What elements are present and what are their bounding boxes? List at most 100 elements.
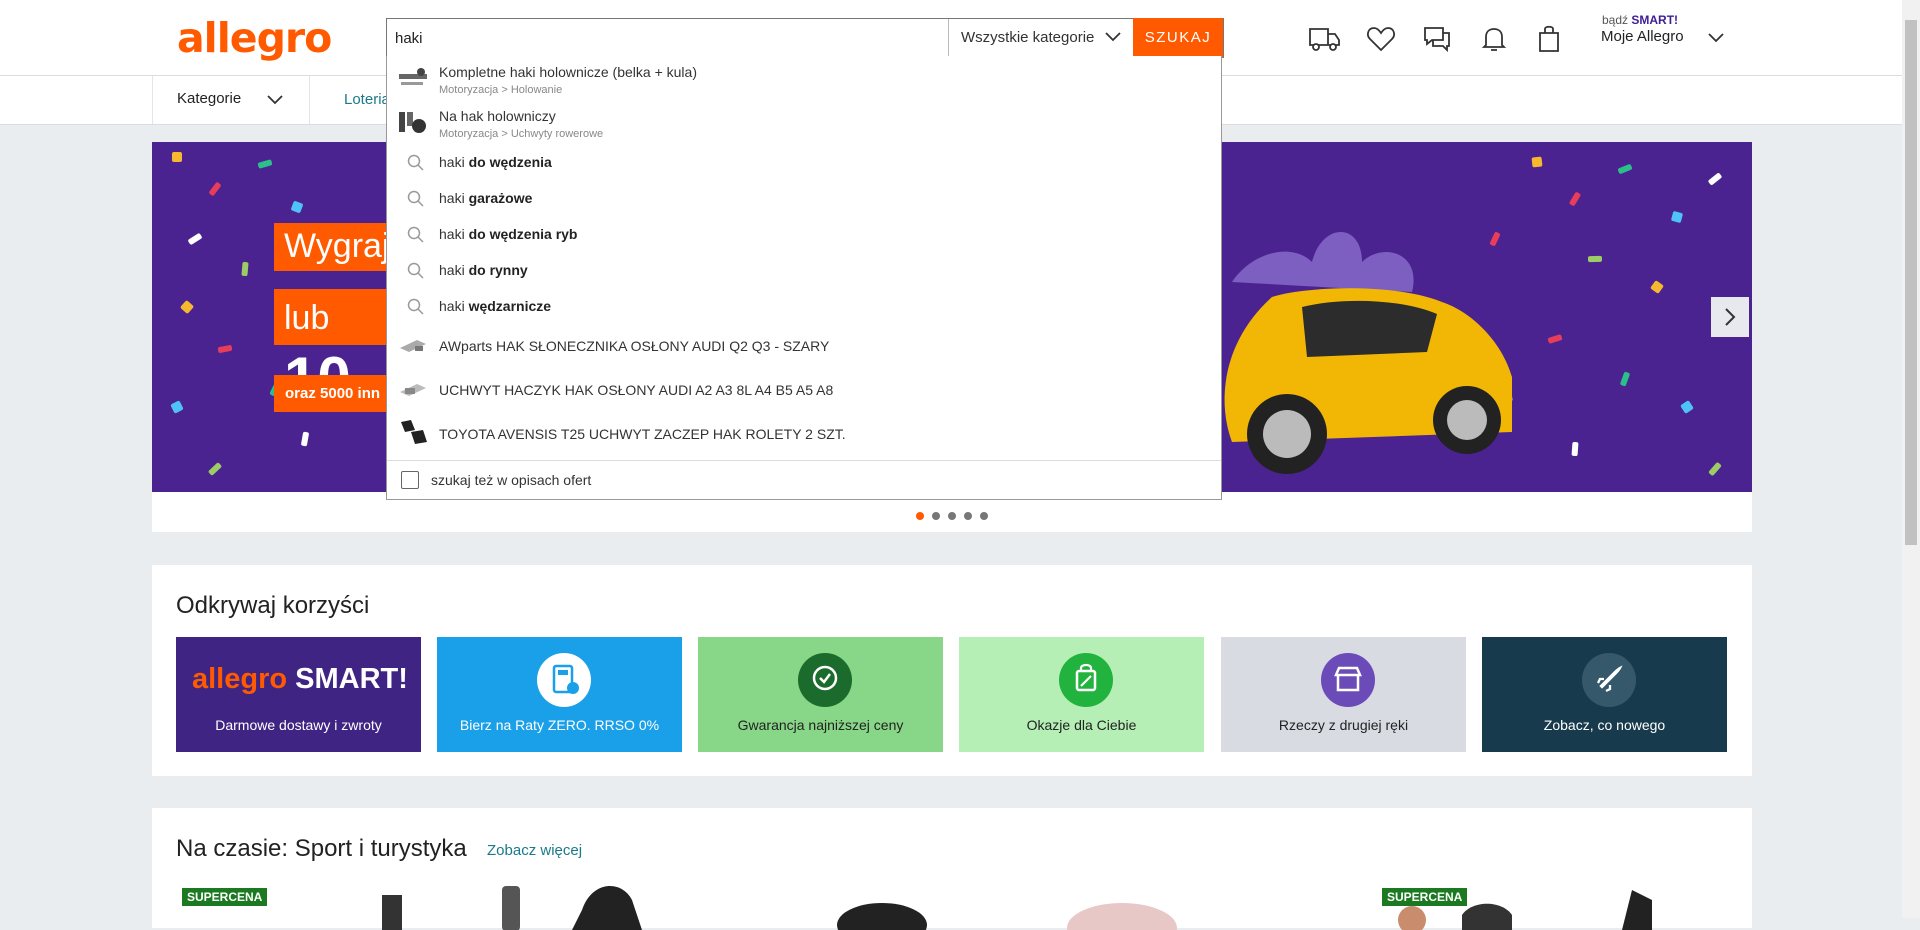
categories-menu[interactable]: Kategorie <box>152 76 310 124</box>
query-completion: do wędzenia ryb <box>468 226 578 242</box>
benefit-tile-smart[interactable]: allegro SMART! Darmowe dostawy i zwroty <box>176 637 421 752</box>
suggestion-title: Kompletne haki holownicze (belka + kula) <box>439 64 697 80</box>
confetti-piece <box>1707 172 1723 186</box>
search-button[interactable]: SZUKAJ <box>1133 18 1223 58</box>
suggestion-title: Na hak holowniczy <box>439 108 556 124</box>
search-suggestions-dropdown: Kompletne haki holownicze (belka + kula)… <box>386 56 1222 500</box>
confetti-piece <box>1568 191 1582 207</box>
promo-text-2-prefix: lub <box>284 299 330 337</box>
suggestion-query[interactable]: haki do wędzenia ryb <box>387 216 1221 252</box>
discount-bag-icon <box>1059 653 1113 707</box>
confetti-piece <box>1619 371 1631 387</box>
delivery-truck-icon[interactable] <box>1306 21 1342 57</box>
confetti-piece <box>1670 210 1684 224</box>
confetti-piece <box>170 400 184 414</box>
confetti-piece <box>1617 163 1633 175</box>
confetti-piece <box>1571 441 1579 457</box>
search-icon <box>407 190 424 207</box>
suggestion-product[interactable]: UCHWYT HACZYK HAK OSŁONY AUDI A2 A3 8L A… <box>387 368 1221 412</box>
search-descriptions-checkbox[interactable] <box>401 471 419 489</box>
tow-hitch-thumbnail <box>399 68 427 85</box>
benefit-tile-label: Bierz na Raty ZERO. RRSO 0% <box>459 717 660 733</box>
messages-icon[interactable] <box>1419 21 1455 57</box>
suggestion-product[interactable]: TOYOTA AVENSIS T25 UCHWYT ZACZEP HAK ROL… <box>387 412 1221 456</box>
benefits-title: Odkrywaj korzyści <box>176 592 370 619</box>
suggestion-query[interactable]: haki do rynny <box>387 252 1221 288</box>
benefit-tile-label: Okazje dla Ciebie <box>1026 717 1137 733</box>
heart-icon[interactable] <box>1363 21 1399 57</box>
badge-check-icon <box>798 653 852 707</box>
smart-logo-allegro: allegro <box>192 663 288 695</box>
allegro-logo[interactable]: allegro <box>177 14 332 62</box>
supercena-badge: SUPERCENA <box>1382 888 1468 906</box>
confetti-piece <box>172 152 182 162</box>
benefit-tile-second-hand[interactable]: Rzeczy z drugiej ręki <box>1221 637 1466 752</box>
suggestion-query-text: haki wędzarnicze <box>439 298 551 314</box>
confetti-piece <box>1547 334 1563 344</box>
trending-title: Na czasie: Sport i turystyka <box>176 835 467 862</box>
smart-promo[interactable]: bądź SMART! <box>1602 13 1678 27</box>
calculator-icon <box>537 653 591 707</box>
smart-logo: allegro SMART! <box>192 663 408 696</box>
carousel-dot[interactable] <box>964 512 972 520</box>
confetti-piece <box>257 159 273 169</box>
query-prefix: haki <box>439 190 465 206</box>
suggestion-product[interactable]: AWparts HAK SŁONECZNIKA OSŁONY AUDI Q2 Q… <box>387 324 1221 368</box>
product-title: AWparts HAK SŁONECZNIKA OSŁONY AUDI Q2 Q… <box>439 338 830 354</box>
confetti-piece <box>217 344 233 354</box>
account-menu[interactable]: Moje Allegro <box>1601 28 1724 45</box>
search-bar: Wszystkie kategorie SZUKAJ <box>386 18 1224 58</box>
category-select-label: Wszystkie kategorie <box>961 29 1095 46</box>
supercena-badge: SUPERCENA <box>182 888 268 906</box>
confetti-piece <box>1680 400 1694 414</box>
query-prefix: haki <box>439 262 465 278</box>
category-select[interactable]: Wszystkie kategorie <box>948 19 1133 57</box>
carousel-dot[interactable] <box>916 512 924 520</box>
search-icon <box>407 154 424 171</box>
confetti-piece <box>300 431 310 447</box>
suggestion-query[interactable]: haki do wędzenia <box>387 144 1221 180</box>
suggestion-category[interactable]: Na hak holowniczy Motoryzacja > Uchwyty … <box>387 100 1221 144</box>
car-image <box>1224 232 1512 474</box>
carousel-dot[interactable] <box>980 512 988 520</box>
product-thumbnail <box>400 340 426 352</box>
benefit-tile-price-guarantee[interactable]: Gwarancja najniższej ceny <box>698 637 943 752</box>
account-label: Moje Allegro <box>1601 28 1684 45</box>
benefit-tile-label: Gwarancja najniższej ceny <box>737 717 904 733</box>
dropdown-divider <box>387 460 1221 461</box>
search-descriptions-label[interactable]: szukaj też w opisach ofert <box>431 472 591 488</box>
confetti-piece <box>179 299 195 315</box>
carousel-dot[interactable] <box>932 512 940 520</box>
nav-link-loteria[interactable]: Loteria <box>344 91 390 108</box>
shopping-bag-icon[interactable] <box>1531 21 1567 57</box>
search-input[interactable] <box>387 19 947 57</box>
product-thumbnail <box>401 420 427 444</box>
benefit-tile-installments[interactable]: Bierz na Raty ZERO. RRSO 0% <box>437 637 682 752</box>
chevron-down-icon <box>1105 32 1121 42</box>
see-more-link[interactable]: Zobacz więcej <box>487 842 582 859</box>
chevron-right-icon <box>1725 308 1736 326</box>
suggestion-category[interactable]: Kompletne haki holownicze (belka + kula)… <box>387 56 1221 100</box>
search-icon <box>407 226 424 243</box>
confetti-piece <box>1531 156 1543 168</box>
benefit-tile-deals[interactable]: Okazje dla Ciebie <box>959 637 1204 752</box>
query-completion: do rynny <box>468 262 528 278</box>
bell-icon[interactable] <box>1476 21 1512 57</box>
carousel-dot[interactable] <box>948 512 956 520</box>
banner-next-button[interactable] <box>1711 297 1749 337</box>
confetti-piece <box>241 261 249 277</box>
trending-section: Na czasie: Sport i turystyka Zobacz więc… <box>152 808 1752 930</box>
confetti-piece <box>1708 461 1722 477</box>
benefit-tile-whats-new[interactable]: Zobacz, co nowego <box>1482 637 1727 752</box>
carousel-dots <box>916 507 996 525</box>
confetti-piece <box>207 462 223 476</box>
suggestion-query[interactable]: haki wędzarnicze <box>387 288 1221 324</box>
rocket-icon <box>1582 653 1636 707</box>
suggestion-query[interactable]: haki garażowe <box>387 180 1221 216</box>
suggestion-path: Motoryzacja > Holowanie <box>439 84 563 96</box>
bike-rack-thumbnail <box>399 112 426 133</box>
benefits-section: Odkrywaj korzyści allegro SMART! Darmowe… <box>152 565 1752 776</box>
store-icon <box>1321 653 1375 707</box>
scrollbar-thumb[interactable] <box>1905 20 1917 545</box>
query-completion: garażowe <box>468 190 533 206</box>
